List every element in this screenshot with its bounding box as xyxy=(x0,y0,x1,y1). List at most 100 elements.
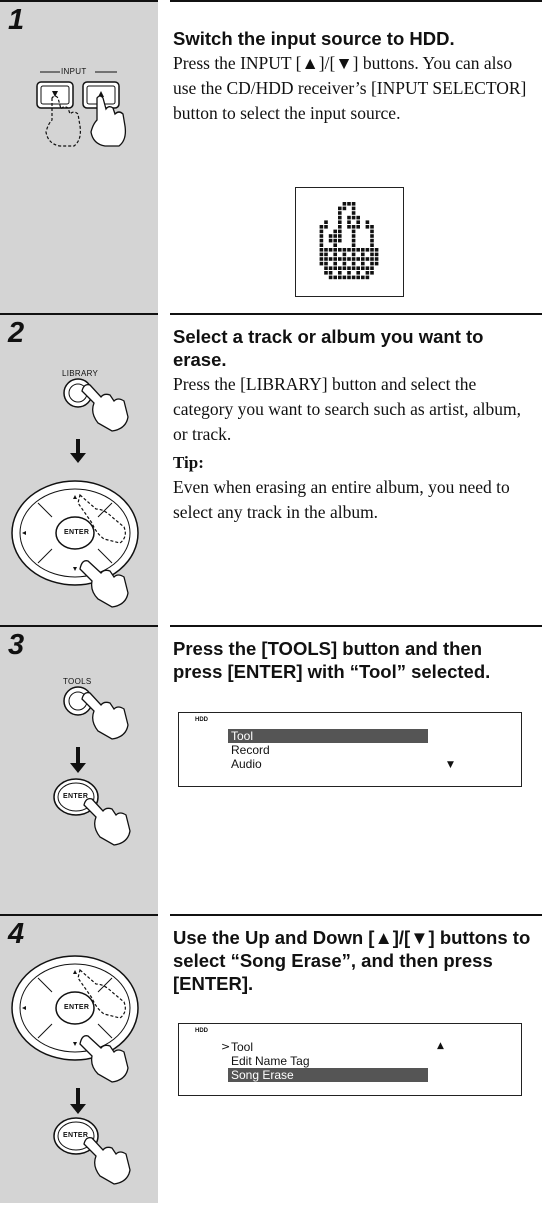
matrix-dot xyxy=(342,206,347,211)
matrix-dot xyxy=(347,215,351,220)
matrix-dot xyxy=(351,211,356,215)
matrix-dot xyxy=(333,252,337,257)
step-body: Press the [LIBRARY] button and select th… xyxy=(173,374,521,444)
matrix-dot xyxy=(319,261,324,266)
step-divider xyxy=(170,914,542,916)
matrix-dot xyxy=(338,257,342,261)
matrix-dot xyxy=(347,220,351,224)
matrix-dot xyxy=(347,271,351,275)
matrix-dot xyxy=(319,248,324,252)
matrix-dot xyxy=(356,220,360,224)
matrix-dot xyxy=(333,243,337,247)
scroll-down-icon: ▼ xyxy=(447,760,454,770)
step-divider xyxy=(170,625,542,627)
step-2: 2 LIBRARY ENTER Select a track or album … xyxy=(0,313,542,625)
matrix-dot xyxy=(333,257,337,261)
matrix-dot xyxy=(328,238,333,243)
matrix-dot xyxy=(356,257,360,261)
enter-button-label: ENTER xyxy=(64,1004,90,1011)
step-4: 4 ENTER ENTER Use the Up and Down [▲]/[▼… xyxy=(0,914,542,1203)
matrix-dot xyxy=(361,275,365,280)
input-buttons-icon xyxy=(36,71,127,147)
matrix-dot xyxy=(324,220,328,224)
matrix-dot xyxy=(324,225,328,229)
step-divider xyxy=(170,0,542,2)
matrix-dot xyxy=(370,248,374,252)
matrix-dot xyxy=(342,248,347,252)
matrix-dot xyxy=(370,261,374,266)
display-item-selected: Tool xyxy=(228,729,428,743)
tool-menu-display: HDD Tool Record Audio ▼ xyxy=(178,712,522,787)
matrix-dot xyxy=(356,271,360,275)
display-item: Tool xyxy=(231,1040,254,1054)
enter-press-illustration xyxy=(53,1088,131,1185)
matrix-dot xyxy=(324,266,328,270)
step-gutter xyxy=(0,2,158,313)
matrix-dot xyxy=(370,257,374,261)
matrix-dot xyxy=(319,229,324,234)
navigation-pad-icon xyxy=(11,480,139,608)
matrix-dot xyxy=(365,225,370,229)
step-heading: Use the Up and Down [▲]/[▼] buttons to s… xyxy=(173,927,531,994)
matrix-dot xyxy=(333,266,337,270)
step-2-content: Select a track or album you want to eras… xyxy=(173,325,535,525)
matrix-dot xyxy=(351,243,356,247)
matrix-dot xyxy=(338,266,342,270)
matrix-dot xyxy=(351,275,356,280)
matrix-dot xyxy=(347,248,351,252)
matrix-dot xyxy=(361,257,365,261)
matrix-dot xyxy=(347,225,351,229)
matrix-dot xyxy=(338,220,342,224)
matrix-dot xyxy=(338,215,342,220)
display-item-selected: Song Erase xyxy=(228,1068,428,1082)
matrix-dot xyxy=(351,206,356,211)
step-body: Press the INPUT [▲]/[▼] buttons. You can… xyxy=(173,53,527,123)
matrix-dot xyxy=(351,257,356,261)
enter-button-label: ENTER xyxy=(64,529,90,536)
matrix-dot xyxy=(351,252,356,257)
matrix-dot xyxy=(319,225,324,229)
matrix-dot xyxy=(351,234,356,238)
matrix-dot xyxy=(365,257,370,261)
matrix-dot xyxy=(342,202,347,206)
matrix-dot xyxy=(361,248,365,252)
matrix-dot xyxy=(356,266,360,270)
display-source: HDD xyxy=(195,717,208,723)
matrix-dot xyxy=(338,238,342,243)
matrix-dot xyxy=(333,248,337,252)
matrix-dot xyxy=(356,225,360,229)
matrix-dot xyxy=(319,257,324,261)
matrix-dot xyxy=(319,238,324,243)
matrix-dot xyxy=(370,266,374,270)
matrix-dot xyxy=(338,211,342,215)
matrix-dot xyxy=(365,275,370,280)
matrix-dot xyxy=(342,275,347,280)
matrix-dot xyxy=(333,261,337,266)
matrix-dot xyxy=(370,243,374,247)
matrix-dot xyxy=(351,202,356,206)
tip-label: Tip: xyxy=(173,453,204,472)
matrix-dot xyxy=(351,229,356,234)
tools-enter-press-illustration xyxy=(53,686,131,846)
matrix-dot xyxy=(342,252,347,257)
matrix-dot xyxy=(370,252,374,257)
matrix-dot xyxy=(374,261,379,266)
navigation-pad-icon xyxy=(11,955,139,1083)
matrix-dot xyxy=(374,257,379,261)
matrix-dot xyxy=(328,234,333,238)
scroll-up-icon: ▲ xyxy=(437,1041,444,1051)
matrix-dot xyxy=(333,238,337,243)
tip-text: Even when erasing an entire album, you n… xyxy=(173,477,510,522)
matrix-dot xyxy=(347,266,351,270)
matrix-dot xyxy=(374,252,379,257)
step-number: 4 xyxy=(8,918,25,950)
matrix-dot xyxy=(370,271,374,275)
matrix-dot xyxy=(365,266,370,270)
matrix-dot xyxy=(370,234,374,238)
display-item: Audio xyxy=(231,757,262,771)
matrix-dot xyxy=(342,257,347,261)
matrix-dot xyxy=(365,220,370,224)
matrix-dot xyxy=(351,261,356,266)
matrix-dot xyxy=(365,248,370,252)
step-1: 1 INPUT Switch the input source to HDD. … xyxy=(0,0,542,313)
